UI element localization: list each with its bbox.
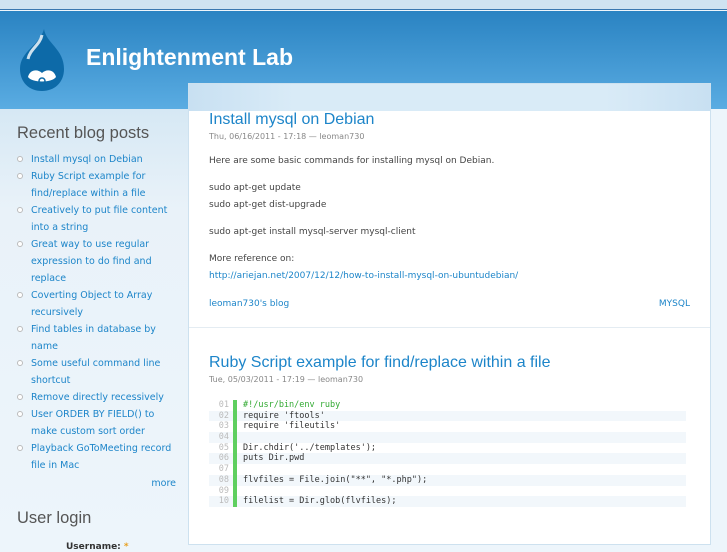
main-content: Install mysql on Debian Thu, 06/16/2011 … — [188, 83, 711, 545]
bullet-icon — [17, 207, 23, 213]
recent-posts-title: Recent blog posts — [17, 124, 150, 142]
recent-post-link[interactable]: User ORDER BY FIELD() to make custom sor… — [17, 406, 179, 440]
content-top-bar — [189, 84, 710, 111]
code-line: 01 #!/usr/bin/env ruby — [209, 400, 686, 411]
drupal-logo-icon[interactable] — [16, 25, 68, 93]
recent-post-link[interactable]: Install mysql on Debian — [17, 151, 179, 168]
line-number: 05 — [209, 442, 237, 454]
bullet-icon — [17, 292, 23, 298]
more-link[interactable]: more — [0, 478, 176, 489]
recent-post-link[interactable]: Great way to use regular expression to d… — [17, 236, 179, 287]
bullet-icon — [17, 156, 23, 162]
code-line: 09 — [209, 485, 686, 497]
required-marker: * — [123, 542, 129, 552]
blog-post: Install mysql on Debian Thu, 06/16/2011 … — [189, 111, 710, 309]
line-number: 01 — [209, 400, 237, 411]
recent-posts-list: Install mysql on Debian Ruby Script exam… — [17, 151, 188, 474]
bullet-icon — [17, 360, 23, 366]
code-line: 05 Dir.chdir('../templates'); — [209, 442, 686, 454]
code-text: require 'fileutils' — [243, 421, 341, 432]
line-number: 06 — [209, 453, 237, 465]
bullet-icon — [17, 326, 23, 332]
post-paragraph: sudo apt-get install mysql-server mysql-… — [209, 227, 416, 237]
post-paragraph: sudo apt-get update — [209, 183, 301, 193]
recent-post-link[interactable]: Creatively to put file content into a st… — [17, 202, 179, 236]
post-title[interactable]: Install mysql on Debian — [209, 111, 690, 129]
line-number: 10 — [209, 496, 237, 507]
line-number: 08 — [209, 474, 237, 486]
post-paragraph: More reference on: — [209, 254, 295, 264]
post-body: Here are some basic commands for install… — [209, 153, 690, 285]
post-meta: Thu, 06/16/2011 - 17:18 — leoman730 — [209, 132, 365, 141]
code-block: 01 #!/usr/bin/env ruby 02 require 'ftools' 0… — [209, 400, 690, 507]
bullet-icon — [17, 394, 23, 400]
recent-post-link[interactable]: Remove directly recessively — [17, 389, 179, 406]
code-text: filelist = Dir.glob(flvfiles); — [243, 496, 397, 507]
post-title[interactable]: Ruby Script example for find/replace wit… — [209, 354, 690, 372]
code-line: 06 puts Dir.pwd — [209, 453, 686, 465]
line-number: 02 — [209, 410, 237, 422]
code-line: 02 require 'ftools' — [209, 410, 686, 422]
sidebar: Recent blog posts Install mysql on Debia… — [0, 109, 188, 552]
recent-post-link[interactable]: Some useful command line shortcut — [17, 355, 179, 389]
reference-link[interactable]: http://ariejan.net/2007/12/12/how-to-ins… — [209, 271, 518, 281]
recent-post-link[interactable]: Playback GoToMeeting record file in Mac — [17, 440, 179, 474]
post-paragraph: Here are some basic commands for install… — [209, 156, 495, 166]
divider — [189, 327, 710, 328]
code-text: puts Dir.pwd — [243, 453, 305, 464]
bullet-icon — [17, 445, 23, 451]
recent-post-link[interactable]: Ruby Script example for find/replace wit… — [17, 168, 179, 202]
top-strip — [0, 0, 727, 10]
post-meta: Tue, 05/03/2011 - 17:19 — leoman730 — [209, 375, 364, 384]
site-name[interactable]: Enlightenment Lab — [86, 44, 293, 71]
bullet-icon — [17, 411, 23, 417]
post-paragraph: sudo apt-get dist-upgrade — [209, 200, 327, 210]
blog-post: Ruby Script example for find/replace wit… — [189, 354, 710, 507]
bullet-icon — [17, 173, 23, 179]
code-line: 08 flvfiles = File.join("**", "*.php"); — [209, 474, 686, 486]
recent-post-link[interactable]: Find tables in database by name — [17, 321, 179, 355]
code-line: 03 require 'fileutils' — [209, 421, 686, 433]
blog-link[interactable]: leoman730's blog — [209, 299, 289, 309]
bullet-icon — [17, 241, 23, 247]
tag-link[interactable]: MYSQL — [659, 299, 690, 309]
post-links: leoman730's blog MYSQL — [209, 299, 690, 309]
user-login-title: User login — [17, 509, 92, 527]
code-line: 07 — [209, 464, 686, 475]
code-text: Dir.chdir('../templates'); — [243, 442, 377, 453]
line-number: 03 — [209, 421, 237, 433]
code-line: 04 — [209, 432, 686, 443]
code-text: #!/usr/bin/env ruby — [243, 400, 341, 410]
code-text: flvfiles = File.join("**", "*.php"); — [243, 474, 428, 485]
code-line: 10 filelist = Dir.glob(flvfiles); — [209, 496, 686, 507]
line-number: 07 — [209, 464, 237, 475]
line-number: 04 — [209, 432, 237, 443]
code-text: require 'ftools' — [243, 410, 325, 421]
username-label: Username: * — [66, 542, 129, 552]
line-number: 09 — [209, 485, 237, 497]
recent-post-link[interactable]: Coverting Object to Array recursively — [17, 287, 179, 321]
